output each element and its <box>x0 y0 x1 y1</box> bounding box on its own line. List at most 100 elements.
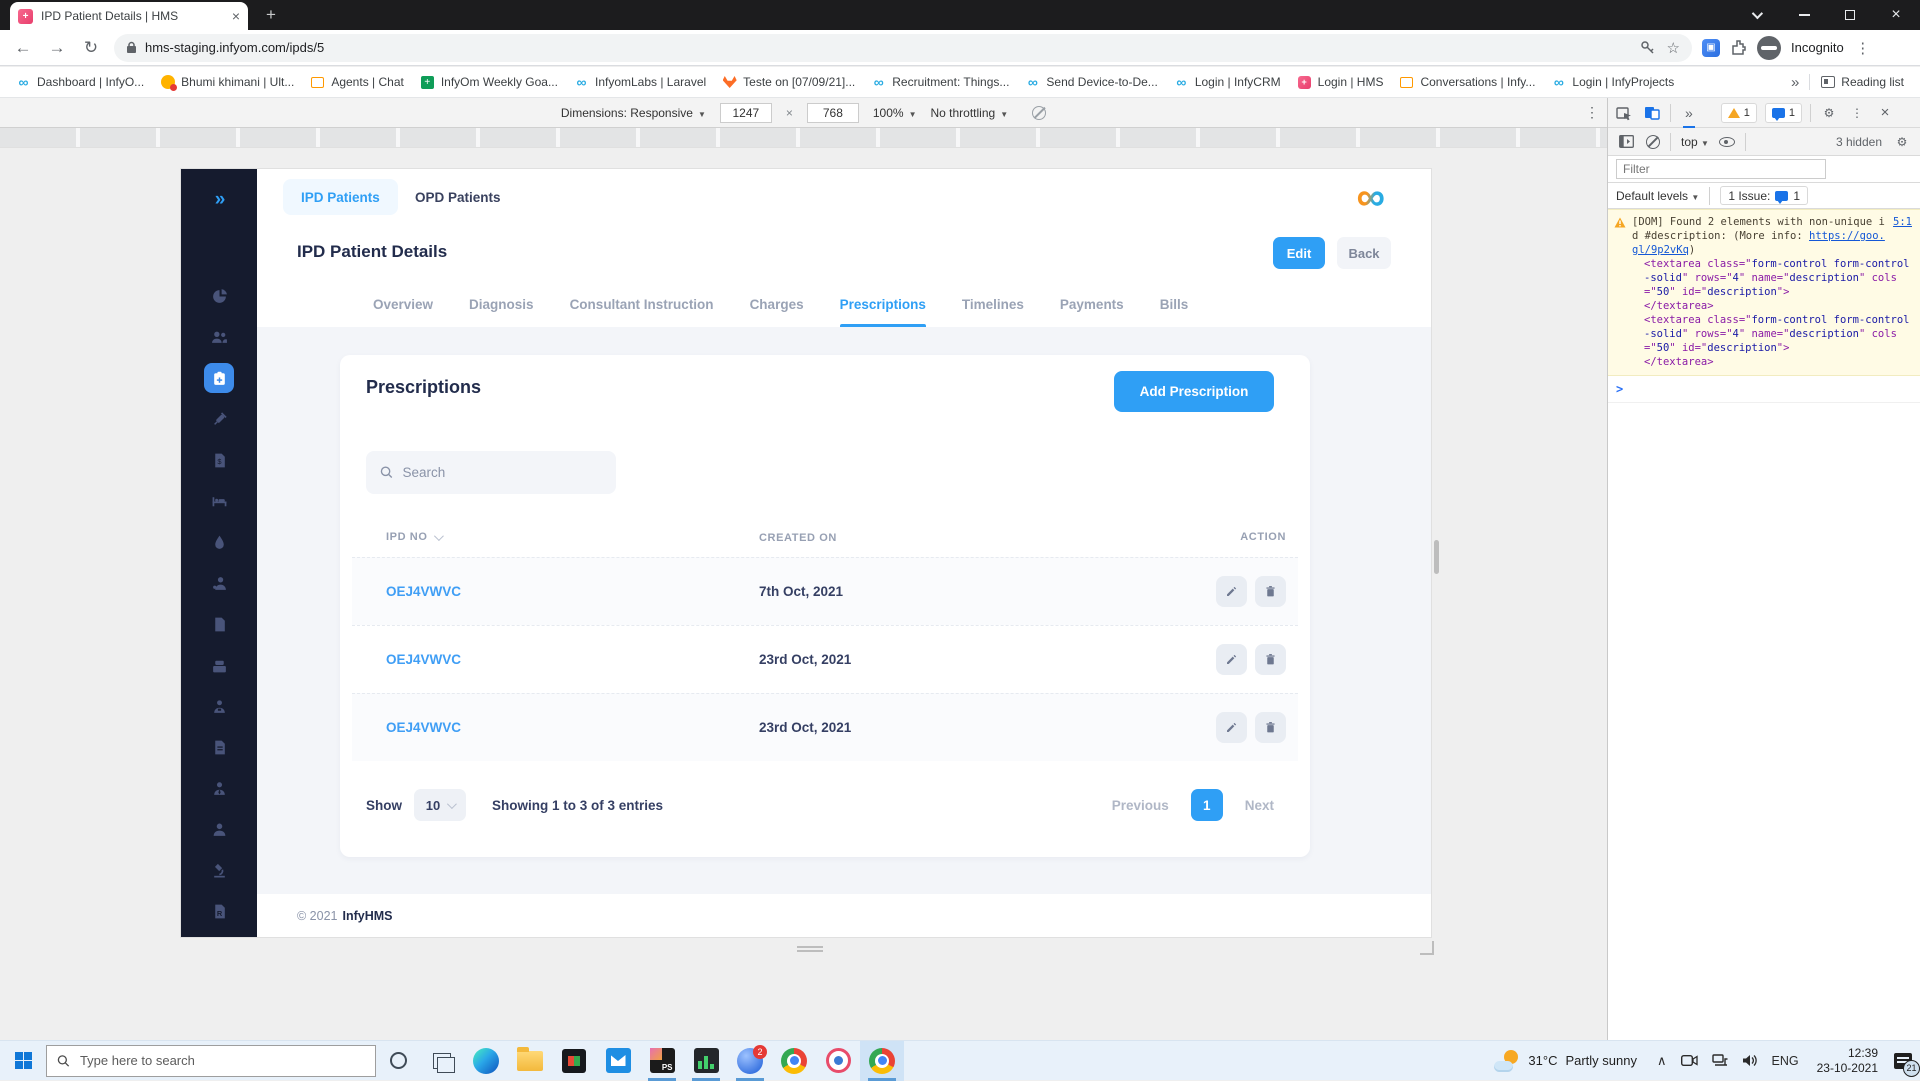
delete-row-button[interactable] <box>1255 712 1286 743</box>
task-view-button[interactable] <box>420 1041 464 1081</box>
current-page-button[interactable]: 1 <box>1191 789 1223 821</box>
bookmark-item[interactable]: ∞Login | InfyProjects <box>1545 72 1680 93</box>
browser-tab[interactable]: + IPD Patient Details | HMS × <box>10 2 248 30</box>
console-code-line[interactable]: <textarea class="form-control form-contr… <box>1616 257 1912 299</box>
bookmark-item[interactable]: Bhumi khimani | Ult... <box>154 72 300 93</box>
inspect-element-icon[interactable] <box>1614 103 1634 123</box>
taskbar-app-chrome[interactable] <box>772 1041 816 1081</box>
warnings-badge[interactable]: 1 <box>1721 103 1757 123</box>
tab-bills[interactable]: Bills <box>1160 281 1189 327</box>
network-icon[interactable] <box>1712 1054 1728 1067</box>
live-expression-eye-icon[interactable] <box>1719 137 1735 147</box>
page-size-select[interactable]: 10 <box>414 789 466 821</box>
sidebar-item-ipd-patients[interactable] <box>204 363 234 393</box>
console-code-line[interactable]: </textarea> <box>1616 355 1912 369</box>
forward-button[interactable]: → <box>40 38 74 58</box>
rotate-viewport-icon[interactable] <box>1032 106 1046 120</box>
column-ipd-no[interactable]: IPD NO <box>386 531 428 543</box>
viewport-height-input[interactable] <box>807 103 859 123</box>
next-page-button[interactable]: Next <box>1245 798 1274 813</box>
edit-row-button[interactable] <box>1216 644 1247 675</box>
tab-consultant-instruction[interactable]: Consultant Instruction <box>570 281 714 327</box>
incognito-avatar[interactable] <box>1757 36 1781 60</box>
taskbar-search[interactable] <box>46 1045 376 1077</box>
address-bar[interactable]: hms-staging.infyom.com/ipds/5 ☆ <box>114 34 1692 62</box>
tab-payments[interactable]: Payments <box>1060 281 1124 327</box>
ipd-no-link[interactable]: OEJ4VWVC <box>386 720 461 735</box>
meet-now-icon[interactable] <box>1681 1054 1698 1067</box>
taskbar-app-store[interactable] <box>552 1041 596 1081</box>
more-panels-icon[interactable]: » <box>1679 98 1699 128</box>
sidebar-item-medicines[interactable] <box>204 650 234 680</box>
browser-menu-icon[interactable]: ⋮ <box>1854 39 1872 57</box>
zoom-dropdown[interactable]: 100%▼ <box>873 106 917 120</box>
password-key-icon[interactable] <box>1640 40 1655 55</box>
console-code-line[interactable]: </textarea> <box>1616 299 1912 313</box>
back-button[interactable]: ← <box>6 38 40 58</box>
sidebar-item-prescriptions[interactable]: R <box>204 896 234 926</box>
add-prescription-button[interactable]: Add Prescription <box>1114 371 1274 412</box>
search-input[interactable] <box>402 465 602 480</box>
window-close-button[interactable]: × <box>1874 0 1918 30</box>
taskbar-app-mail[interactable] <box>596 1041 640 1081</box>
sidebar-item-accountants[interactable] <box>204 814 234 844</box>
tab-overview[interactable]: Overview <box>373 281 433 327</box>
viewport-resize-handle-bottom[interactable] <box>790 944 830 954</box>
taskbar-app-recorder[interactable] <box>816 1041 860 1081</box>
tab-search-button[interactable] <box>1734 0 1778 30</box>
hidden-icons-chevron[interactable]: ∧ <box>1657 1053 1667 1069</box>
device-toolbar-menu-icon[interactable]: ⋮ <box>1585 104 1599 121</box>
reload-button[interactable]: ↻ <box>74 38 108 58</box>
taskbar-search-input[interactable] <box>80 1053 365 1068</box>
delete-row-button[interactable] <box>1255 644 1286 675</box>
taskbar-app-explorer[interactable] <box>508 1041 552 1081</box>
clear-console-icon[interactable] <box>1646 135 1660 149</box>
devtools-menu-icon[interactable]: ⋮ <box>1847 103 1867 123</box>
cortana-button[interactable] <box>376 1041 420 1081</box>
sidebar-item-documents[interactable] <box>204 609 234 639</box>
previous-page-button[interactable]: Previous <box>1112 798 1169 813</box>
edit-row-button[interactable] <box>1216 712 1247 743</box>
edit-button[interactable]: Edit <box>1273 237 1325 269</box>
bookmark-item[interactable]: ∞Send Device-to-De... <box>1019 72 1163 93</box>
viewport-resize-handle-right[interactable] <box>1434 540 1439 574</box>
dimensions-dropdown[interactable]: Dimensions: Responsive▼ <box>561 106 706 120</box>
sidebar-item-operations[interactable] <box>204 404 234 434</box>
bookmark-item[interactable]: Teste on [07/09/21]... <box>716 72 861 93</box>
context-selector[interactable]: top ▼ <box>1681 135 1709 149</box>
extension-icon[interactable]: ▣ <box>1702 39 1720 57</box>
new-tab-button[interactable]: + <box>258 6 284 26</box>
bookmark-item[interactable]: ∞Dashboard | InfyO... <box>10 72 150 93</box>
language-indicator[interactable]: ENG <box>1772 1054 1799 1068</box>
sidebar-item-patients[interactable] <box>204 322 234 352</box>
bookmark-item[interactable]: +Login | HMS <box>1291 72 1390 93</box>
start-button[interactable] <box>0 1041 46 1081</box>
back-button-app[interactable]: Back <box>1337 237 1391 269</box>
console-source-link[interactable]: 5:1 <box>1893 215 1912 229</box>
window-maximize-button[interactable] <box>1828 0 1872 30</box>
sidebar-item-doctors[interactable] <box>204 568 234 598</box>
sidebar-item-pathology[interactable] <box>204 855 234 885</box>
window-minimize-button[interactable] <box>1782 0 1826 30</box>
bookmark-item[interactable]: ∞Login | InfyCRM <box>1168 72 1287 93</box>
throttling-dropdown[interactable]: No throttling▼ <box>931 106 1009 120</box>
sidebar-expand-button[interactable]: » <box>181 183 257 217</box>
viewport-width-input[interactable] <box>720 103 772 123</box>
console-prompt[interactable]: > <box>1608 376 1920 403</box>
tab-diagnosis[interactable]: Diagnosis <box>469 281 534 327</box>
action-center-button[interactable]: 21 <box>1886 1041 1920 1081</box>
log-levels-dropdown[interactable]: Default levels ▼ <box>1616 189 1699 203</box>
tab-prescriptions[interactable]: Prescriptions <box>840 281 926 327</box>
ipd-no-link[interactable]: OEJ4VWVC <box>386 584 461 599</box>
speaker-icon[interactable] <box>1742 1054 1758 1067</box>
taskbar-app-messaging[interactable]: 2 <box>728 1041 772 1081</box>
viewport-resize-handle-corner[interactable] <box>1420 941 1434 955</box>
more-bookmarks-icon[interactable]: » <box>1785 74 1805 91</box>
hidden-messages-label[interactable]: 3 hidden <box>1836 135 1882 149</box>
extensions-puzzle-icon[interactable] <box>1730 39 1747 56</box>
sidebar-item-dashboard[interactable] <box>204 281 234 311</box>
tab-ipd-patients[interactable]: IPD Patients <box>283 179 398 215</box>
tab-close-icon[interactable]: × <box>232 9 240 23</box>
sidebar-item-employees[interactable] <box>204 773 234 803</box>
bookmark-star-icon[interactable]: ☆ <box>1667 39 1680 57</box>
